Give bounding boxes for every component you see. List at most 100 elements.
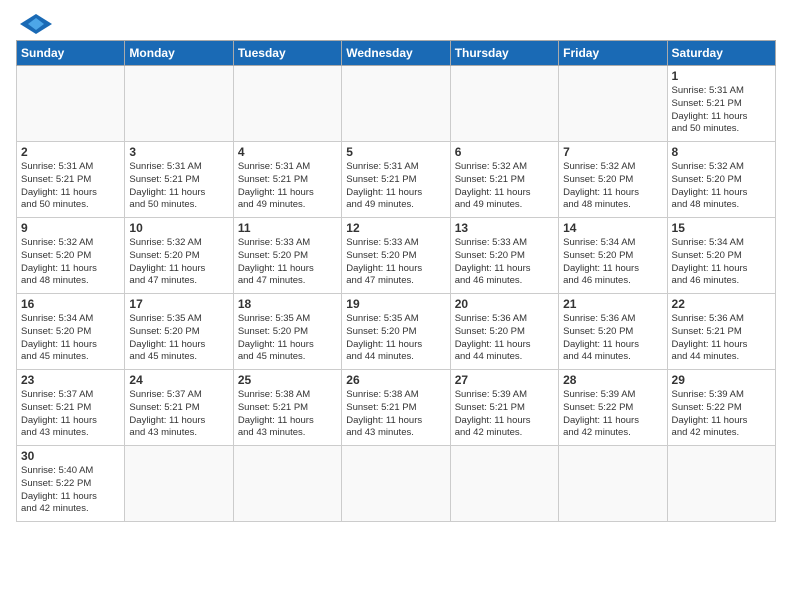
day-number: 6	[455, 145, 554, 159]
day-number: 1	[672, 69, 771, 83]
day-cell: 17 Sunrise: 5:35 AM Sunset: 5:20 PM Dayli…	[125, 294, 233, 370]
day-info: Sunrise: 5:32 AM Sunset: 5:20 PM Dayligh…	[563, 161, 662, 212]
day-info: Sunrise: 5:33 AM Sunset: 5:20 PM Dayligh…	[346, 237, 445, 288]
day-cell: 19 Sunrise: 5:35 AM Sunset: 5:20 PM Dayli…	[342, 294, 450, 370]
day-number: 2	[21, 145, 120, 159]
day-cell: 13 Sunrise: 5:33 AM Sunset: 5:20 PM Dayli…	[450, 218, 558, 294]
day-number: 3	[129, 145, 228, 159]
day-number: 8	[672, 145, 771, 159]
day-info: Sunrise: 5:34 AM Sunset: 5:20 PM Dayligh…	[21, 313, 120, 364]
header-cell-tuesday: Tuesday	[233, 41, 341, 66]
page-header	[16, 16, 776, 34]
day-number: 22	[672, 297, 771, 311]
week-row-4: 23 Sunrise: 5:37 AM Sunset: 5:21 PM Dayli…	[17, 370, 776, 446]
calendar-header: SundayMondayTuesdayWednesdayThursdayFrid…	[17, 41, 776, 66]
day-cell	[450, 66, 558, 142]
day-info: Sunrise: 5:39 AM Sunset: 5:21 PM Dayligh…	[455, 389, 554, 440]
day-info: Sunrise: 5:35 AM Sunset: 5:20 PM Dayligh…	[129, 313, 228, 364]
day-cell: 10 Sunrise: 5:32 AM Sunset: 5:20 PM Dayli…	[125, 218, 233, 294]
day-info: Sunrise: 5:35 AM Sunset: 5:20 PM Dayligh…	[346, 313, 445, 364]
day-info: Sunrise: 5:32 AM Sunset: 5:20 PM Dayligh…	[21, 237, 120, 288]
day-cell: 12 Sunrise: 5:33 AM Sunset: 5:20 PM Dayli…	[342, 218, 450, 294]
day-info: Sunrise: 5:38 AM Sunset: 5:21 PM Dayligh…	[238, 389, 337, 440]
day-number: 19	[346, 297, 445, 311]
day-number: 4	[238, 145, 337, 159]
day-info: Sunrise: 5:31 AM Sunset: 5:21 PM Dayligh…	[346, 161, 445, 212]
day-cell: 16 Sunrise: 5:34 AM Sunset: 5:20 PM Dayli…	[17, 294, 125, 370]
header-row: SundayMondayTuesdayWednesdayThursdayFrid…	[17, 41, 776, 66]
day-number: 23	[21, 373, 120, 387]
day-cell: 6 Sunrise: 5:32 AM Sunset: 5:21 PM Daylig…	[450, 142, 558, 218]
day-cell: 11 Sunrise: 5:33 AM Sunset: 5:20 PM Dayli…	[233, 218, 341, 294]
day-cell: 27 Sunrise: 5:39 AM Sunset: 5:21 PM Dayli…	[450, 370, 558, 446]
day-number: 15	[672, 221, 771, 235]
week-row-0: 1 Sunrise: 5:31 AM Sunset: 5:21 PM Daylig…	[17, 66, 776, 142]
day-info: Sunrise: 5:36 AM Sunset: 5:20 PM Dayligh…	[455, 313, 554, 364]
day-number: 27	[455, 373, 554, 387]
day-info: Sunrise: 5:32 AM Sunset: 5:20 PM Dayligh…	[672, 161, 771, 212]
day-info: Sunrise: 5:37 AM Sunset: 5:21 PM Dayligh…	[21, 389, 120, 440]
day-info: Sunrise: 5:34 AM Sunset: 5:20 PM Dayligh…	[563, 237, 662, 288]
day-info: Sunrise: 5:39 AM Sunset: 5:22 PM Dayligh…	[563, 389, 662, 440]
day-number: 13	[455, 221, 554, 235]
day-cell	[559, 446, 667, 522]
day-number: 18	[238, 297, 337, 311]
header-cell-monday: Monday	[125, 41, 233, 66]
logo-icon	[20, 14, 52, 34]
day-info: Sunrise: 5:31 AM Sunset: 5:21 PM Dayligh…	[672, 85, 771, 136]
header-cell-wednesday: Wednesday	[342, 41, 450, 66]
day-cell	[125, 66, 233, 142]
day-cell	[342, 446, 450, 522]
day-cell: 18Sunrise: 5:35 AM Sunset: 5:20 PM Dayli…	[233, 294, 341, 370]
day-cell	[559, 66, 667, 142]
day-number: 16	[21, 297, 120, 311]
day-number: 17	[129, 297, 228, 311]
day-info: Sunrise: 5:32 AM Sunset: 5:20 PM Dayligh…	[129, 237, 228, 288]
day-info: Sunrise: 5:32 AM Sunset: 5:21 PM Dayligh…	[455, 161, 554, 212]
day-info: Sunrise: 5:38 AM Sunset: 5:21 PM Dayligh…	[346, 389, 445, 440]
calendar-body: 1 Sunrise: 5:31 AM Sunset: 5:21 PM Daylig…	[17, 66, 776, 522]
day-cell: 20Sunrise: 5:36 AM Sunset: 5:20 PM Dayli…	[450, 294, 558, 370]
day-number: 10	[129, 221, 228, 235]
day-cell: 25 Sunrise: 5:38 AM Sunset: 5:21 PM Dayli…	[233, 370, 341, 446]
header-cell-saturday: Saturday	[667, 41, 775, 66]
day-cell: 28 Sunrise: 5:39 AM Sunset: 5:22 PM Dayli…	[559, 370, 667, 446]
day-number: 29	[672, 373, 771, 387]
day-cell: 7Sunrise: 5:32 AM Sunset: 5:20 PM Daylig…	[559, 142, 667, 218]
day-cell: 14 Sunrise: 5:34 AM Sunset: 5:20 PM Dayli…	[559, 218, 667, 294]
day-cell: 15 Sunrise: 5:34 AM Sunset: 5:20 PM Dayli…	[667, 218, 775, 294]
day-number: 25	[238, 373, 337, 387]
day-number: 12	[346, 221, 445, 235]
day-cell: 29 Sunrise: 5:39 AM Sunset: 5:22 PM Dayli…	[667, 370, 775, 446]
week-row-5: 30Sunrise: 5:40 AM Sunset: 5:22 PM Dayli…	[17, 446, 776, 522]
day-info: Sunrise: 5:36 AM Sunset: 5:20 PM Dayligh…	[563, 313, 662, 364]
day-number: 21	[563, 297, 662, 311]
header-cell-friday: Friday	[559, 41, 667, 66]
day-number: 26	[346, 373, 445, 387]
day-cell	[450, 446, 558, 522]
day-info: Sunrise: 5:33 AM Sunset: 5:20 PM Dayligh…	[455, 237, 554, 288]
day-info: Sunrise: 5:37 AM Sunset: 5:21 PM Dayligh…	[129, 389, 228, 440]
day-number: 11	[238, 221, 337, 235]
day-info: Sunrise: 5:34 AM Sunset: 5:20 PM Dayligh…	[672, 237, 771, 288]
header-cell-sunday: Sunday	[17, 41, 125, 66]
header-cell-thursday: Thursday	[450, 41, 558, 66]
day-info: Sunrise: 5:33 AM Sunset: 5:20 PM Dayligh…	[238, 237, 337, 288]
day-number: 14	[563, 221, 662, 235]
day-cell: 3 Sunrise: 5:31 AM Sunset: 5:21 PM Daylig…	[125, 142, 233, 218]
day-number: 9	[21, 221, 120, 235]
day-cell: 23 Sunrise: 5:37 AM Sunset: 5:21 PM Dayli…	[17, 370, 125, 446]
day-cell: 24Sunrise: 5:37 AM Sunset: 5:21 PM Dayli…	[125, 370, 233, 446]
day-cell: 2Sunrise: 5:31 AM Sunset: 5:21 PM Daylig…	[17, 142, 125, 218]
day-cell: 5 Sunrise: 5:31 AM Sunset: 5:21 PM Daylig…	[342, 142, 450, 218]
day-cell	[233, 66, 341, 142]
day-cell: 22Sunrise: 5:36 AM Sunset: 5:21 PM Dayli…	[667, 294, 775, 370]
day-cell: 26 Sunrise: 5:38 AM Sunset: 5:21 PM Dayli…	[342, 370, 450, 446]
day-number: 5	[346, 145, 445, 159]
week-row-3: 16 Sunrise: 5:34 AM Sunset: 5:20 PM Dayli…	[17, 294, 776, 370]
day-info: Sunrise: 5:39 AM Sunset: 5:22 PM Dayligh…	[672, 389, 771, 440]
week-row-2: 9 Sunrise: 5:32 AM Sunset: 5:20 PM Daylig…	[17, 218, 776, 294]
day-number: 28	[563, 373, 662, 387]
day-cell	[233, 446, 341, 522]
day-info: Sunrise: 5:31 AM Sunset: 5:21 PM Dayligh…	[129, 161, 228, 212]
